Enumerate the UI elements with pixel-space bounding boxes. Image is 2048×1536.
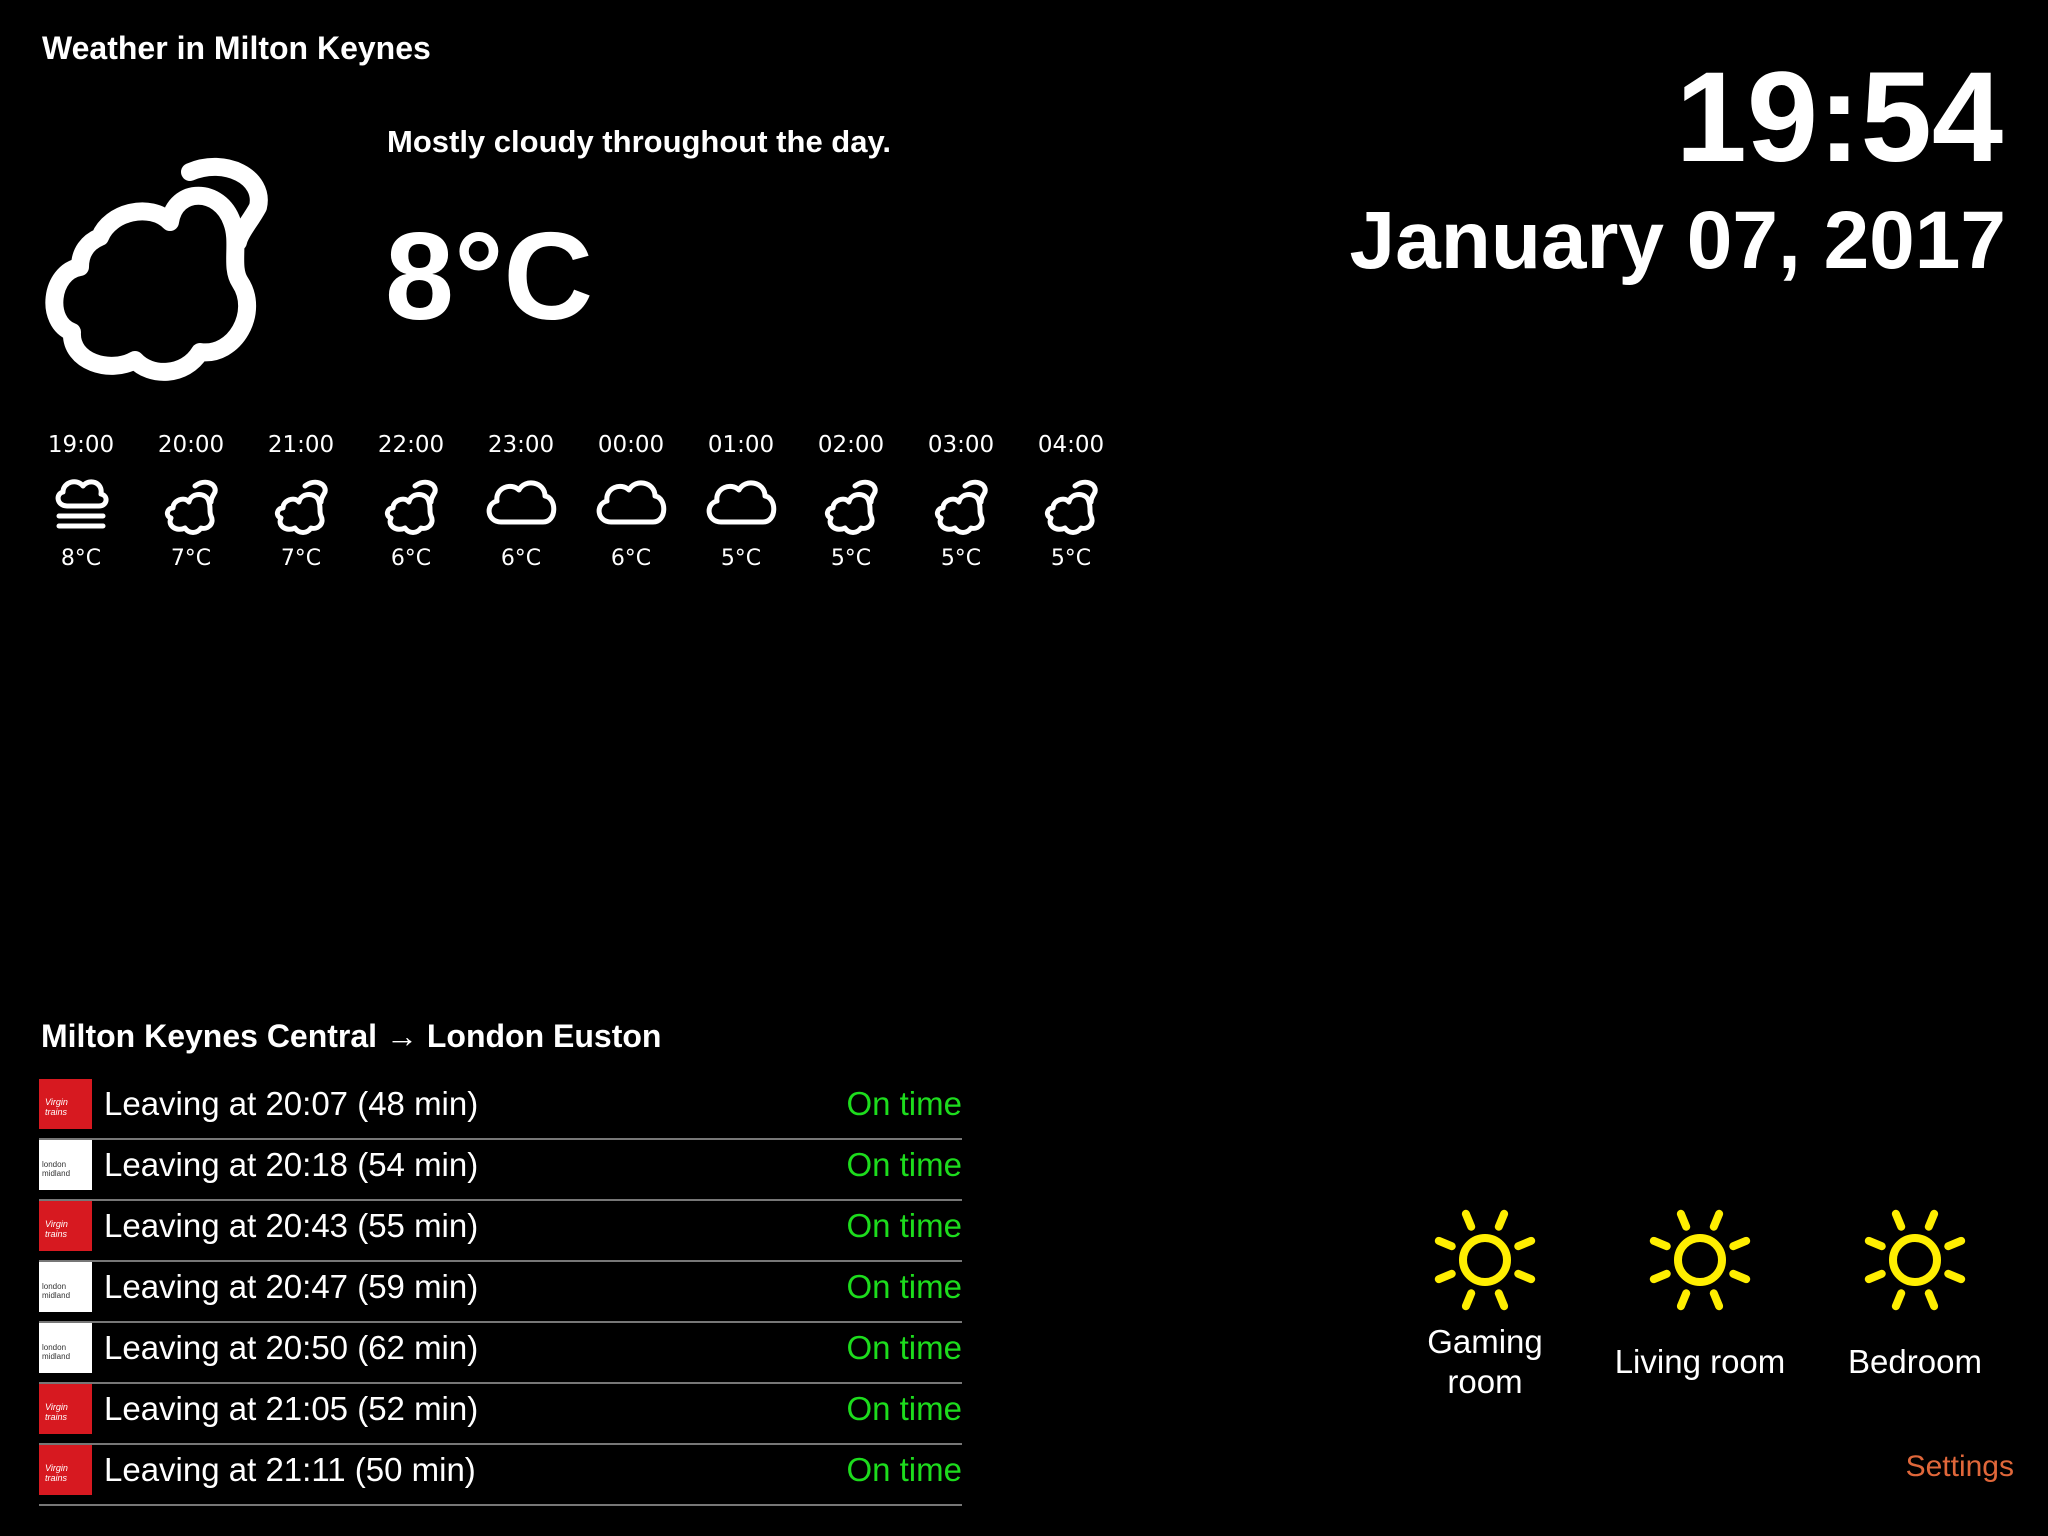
london-midland-logo: london midland (39, 1323, 92, 1373)
partly-cloudy-icon (45, 158, 268, 381)
partly-cloudy-icon (274, 479, 328, 535)
hourly-item: 23:00 6°C (466, 430, 576, 571)
train-departures-list: Virgin trains Leaving at 20:07 (48 min) On… (39, 1079, 962, 1506)
london-midland-logo: london midland (39, 1262, 92, 1312)
partly-cloudy-icon (384, 479, 438, 535)
sun-icon (1649, 1209, 1751, 1311)
hourly-time: 20:00 (157, 432, 225, 458)
room-label: Gaming room (1427, 1323, 1543, 1400)
hourly-time: 23:00 (487, 432, 555, 458)
cloud-icon (596, 480, 667, 525)
settings-link[interactable]: Settings (1906, 1450, 2014, 1484)
hourly-forecast: 19:00 8°C 20:00 7°C 21:00 7°C 22:00 6°C 23:00 6°C… (26, 430, 1136, 600)
train-departure-row[interactable]: Virgin trains Leaving at 20:43 (55 min) On… (39, 1201, 962, 1262)
hourly-time: 03:00 (927, 432, 995, 458)
virgin-trains-logo: Virgin trains (39, 1445, 92, 1495)
hourly-item: 19:00 8°C (26, 430, 136, 571)
hourly-item: 02:00 5°C (796, 430, 906, 571)
hourly-item: 00:00 6°C (576, 430, 686, 571)
london-midland-logo: london midland (39, 1140, 92, 1190)
hourly-temp: 6°C (390, 546, 432, 571)
departure-time: Leaving at 20:07 (48 min) (104, 1085, 479, 1122)
departure-status: On time (846, 1268, 962, 1305)
departure-status: On time (846, 1329, 962, 1366)
virgin-trains-logo: Virgin trains (39, 1384, 92, 1434)
cloud-icon (706, 480, 777, 525)
current-temperature: 8°C (385, 208, 594, 346)
departure-status: On time (846, 1390, 962, 1427)
room-label: Living room (1614, 1343, 1786, 1380)
sun-icon (1434, 1209, 1536, 1311)
virgin-trains-logo: Virgin trains (39, 1079, 92, 1129)
sun-icon (1864, 1209, 1966, 1311)
train-departure-row[interactable]: Virgin trains Leaving at 20:07 (48 min) On… (39, 1079, 962, 1140)
departure-status: On time (846, 1085, 962, 1122)
hourly-item: 01:00 5°C (686, 430, 796, 571)
hourly-temp: 7°C (280, 546, 322, 571)
weather-summary: Mostly cloudy throughout the day. (387, 124, 892, 159)
hourly-item: 20:00 7°C (136, 430, 246, 571)
train-departure-row[interactable]: Virgin trains Leaving at 21:11 (50 min) On… (39, 1445, 962, 1506)
train-departure-row[interactable]: Virgin trains Leaving at 21:05 (52 min) On… (39, 1384, 962, 1445)
departure-status: On time (846, 1207, 962, 1244)
hourly-temp: 6°C (610, 546, 652, 571)
hourly-temp: 5°C (720, 546, 762, 571)
hourly-time: 04:00 (1037, 432, 1105, 458)
partly-cloudy-icon (824, 479, 878, 535)
departure-time: Leaving at 21:05 (52 min) (104, 1390, 479, 1427)
hourly-temp: 7°C (170, 546, 212, 571)
room-light-toggle[interactable]: Gaming room (1390, 1200, 1580, 1402)
hourly-time: 00:00 (597, 432, 665, 458)
partly-cloudy-icon (934, 479, 988, 535)
weather-title: Weather in Milton Keynes (42, 30, 431, 66)
partly-cloudy-icon (164, 479, 218, 535)
partly-cloudy-icon (1044, 479, 1098, 535)
cloud-icon (486, 480, 557, 525)
hourly-item: 04:00 5°C (1016, 430, 1126, 571)
departure-time: Leaving at 21:11 (50 min) (104, 1451, 476, 1488)
departure-time: Leaving at 20:47 (59 min) (104, 1268, 479, 1305)
departure-time: Leaving at 20:50 (62 min) (104, 1329, 479, 1366)
clock-time: 19:54 (1675, 46, 2003, 189)
train-departure-row[interactable]: london midland Leaving at 20:47 (59 min) O… (39, 1262, 962, 1323)
room-light-toggle[interactable]: Living room (1605, 1200, 1795, 1382)
hourly-temp: 5°C (830, 546, 872, 571)
departure-status: On time (846, 1146, 962, 1183)
hourly-temp: 5°C (1050, 546, 1092, 571)
room-label: Bedroom (1848, 1343, 1982, 1380)
virgin-trains-logo: Virgin trains (39, 1201, 92, 1251)
hourly-time: 22:00 (377, 432, 445, 458)
departure-time: Leaving at 20:43 (55 min) (104, 1207, 479, 1244)
departure-time: Leaving at 20:18 (54 min) (104, 1146, 479, 1183)
departure-status: On time (846, 1451, 962, 1488)
hourly-time: 01:00 (707, 432, 775, 458)
hourly-item: 03:00 5°C (906, 430, 1016, 571)
room-light-toggle[interactable]: Bedroom (1820, 1200, 2010, 1382)
hourly-temp: 8°C (60, 546, 102, 571)
hourly-temp: 6°C (500, 546, 542, 571)
hourly-time: 02:00 (817, 432, 885, 458)
hourly-item: 21:00 7°C (246, 430, 356, 571)
train-route-title: Milton Keynes Central → London Euston (41, 1018, 662, 1054)
hourly-time: 19:00 (47, 432, 115, 458)
hourly-time: 21:00 (267, 432, 335, 458)
clock-date: January 07, 2017 (1349, 195, 2006, 286)
hourly-temp: 5°C (940, 546, 982, 571)
hourly-item: 22:00 6°C (356, 430, 466, 571)
fog-icon (55, 479, 109, 529)
train-departure-row[interactable]: london midland Leaving at 20:18 (54 min) O… (39, 1140, 962, 1201)
train-departure-row[interactable]: london midland Leaving at 20:50 (62 min) O… (39, 1323, 962, 1384)
